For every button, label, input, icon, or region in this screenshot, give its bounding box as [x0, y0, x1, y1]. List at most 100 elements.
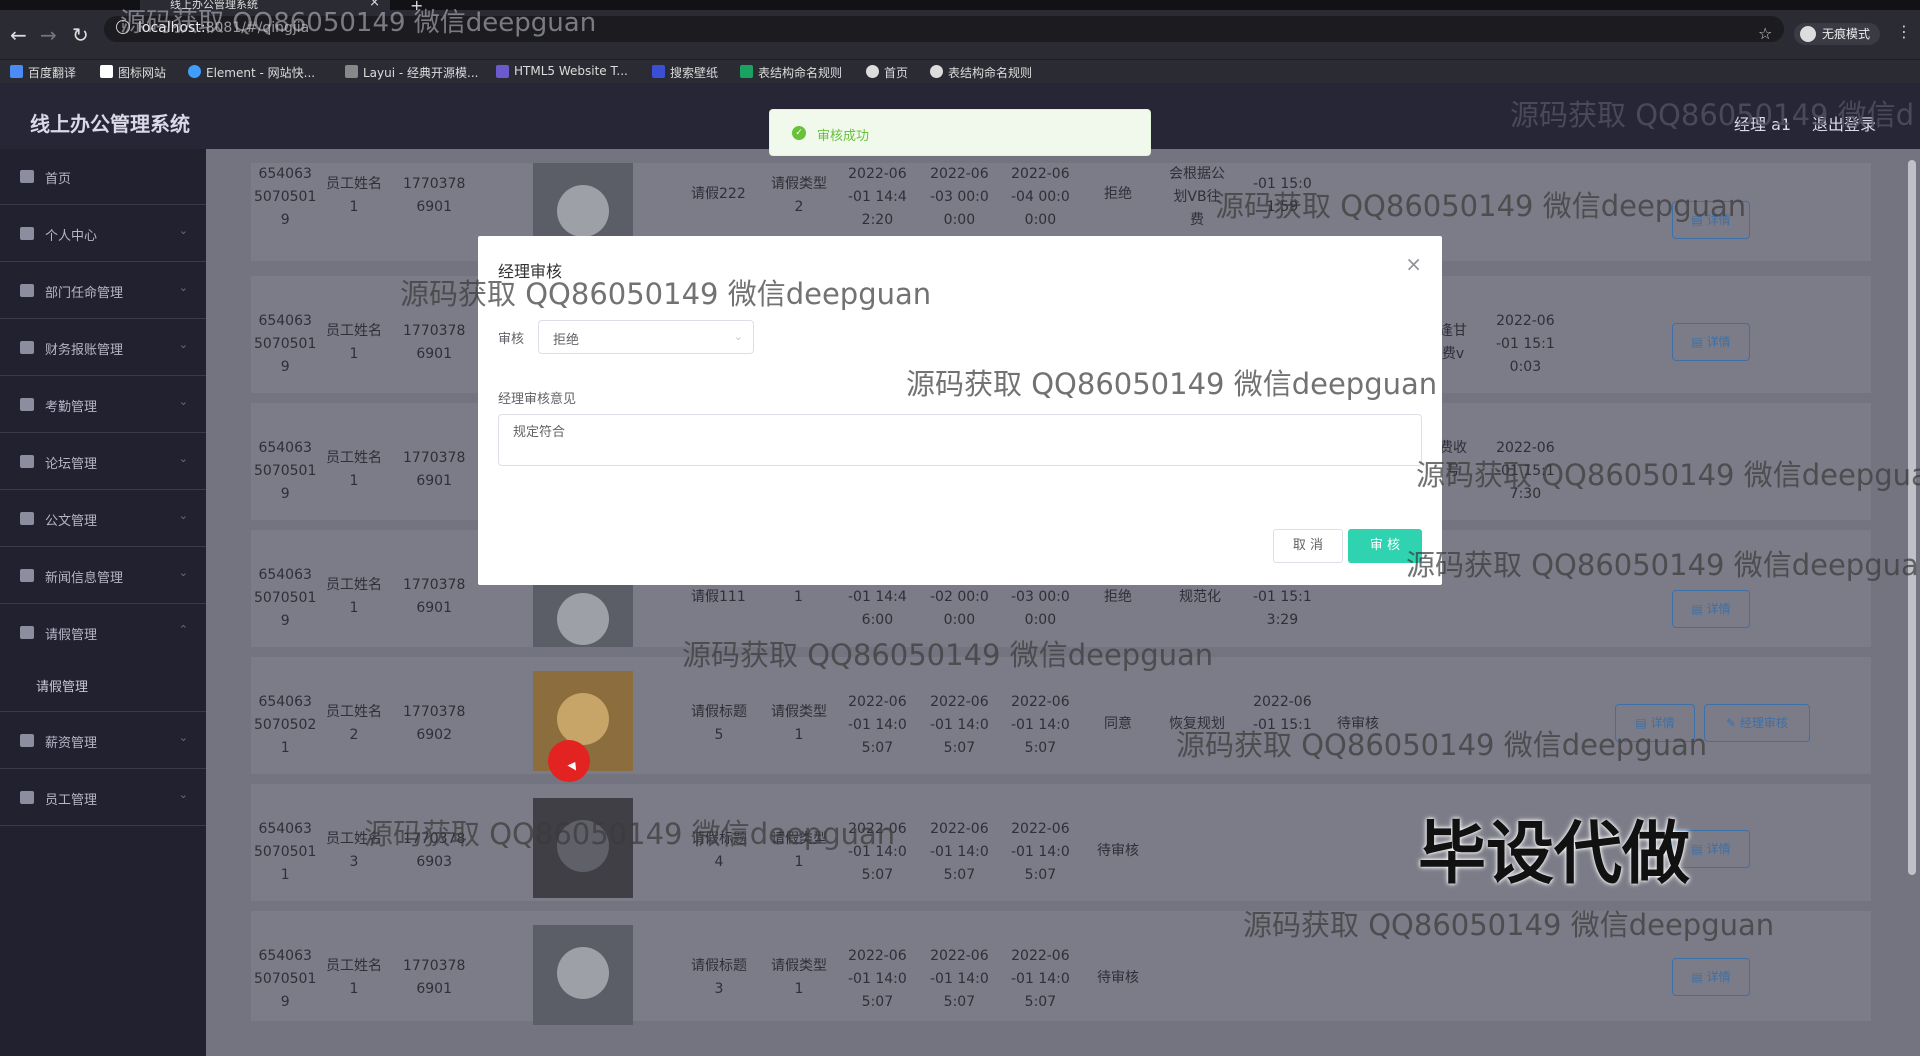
watermark-text: 源码获取 QQ86050149 微信deepguan — [682, 638, 1214, 672]
cell-title: 请假222 — [691, 186, 746, 202]
cell-name: 员工姓名 1 — [326, 176, 382, 215]
detail-button[interactable]: ▤ 详情 — [1672, 590, 1750, 628]
browser-menu-icon[interactable]: ⋮ — [1896, 22, 1912, 41]
sidebar-item-salary[interactable]: 薪资管理 ⌄ — [0, 713, 206, 769]
bookmark-item[interactable]: Layui - 经典开源模... — [345, 64, 478, 81]
scrollbar[interactable] — [1908, 160, 1916, 875]
chevron-down-icon: ⌄ — [178, 281, 188, 294]
bookmark-item[interactable]: 图标网站 — [100, 64, 166, 81]
cell-date: -02 00:0 0:00 — [930, 589, 989, 628]
attendance-icon — [20, 398, 34, 411]
bookmark-item[interactable]: 百度翻译 — [10, 64, 76, 81]
cell-date: 2022-06 -01 14:0 5:07 — [1011, 821, 1070, 883]
bookmark-item[interactable]: 首页 — [866, 64, 908, 81]
bookmark-item[interactable]: 表结构命名规则 — [740, 64, 842, 81]
cell-date: 2022-06 -01 14:0 5:07 — [930, 694, 989, 756]
cell-id: 654063 5070501 9 — [254, 948, 317, 1010]
chevron-up-icon: ⌃ — [178, 623, 188, 636]
audit-select-value: 拒绝 — [553, 333, 580, 348]
watermark-text: 源码获取 QQ86050149 微信deepguan — [906, 367, 1438, 401]
forward-icon[interactable]: → — [40, 24, 57, 46]
watermark-banner: 毕设代做 — [1418, 815, 1691, 894]
cell-phone: 1770378 6901 — [403, 323, 466, 362]
watermark-text: 源码获取 QQ86050149 微信d — [1510, 98, 1915, 132]
chevron-down-icon: ⌄ — [178, 452, 188, 465]
chevron-down-icon: ⌄ — [178, 395, 188, 408]
cell-name: 员工姓名 1 — [326, 323, 382, 362]
home-icon — [20, 170, 34, 183]
cell-phone: 1770378 6901 — [403, 450, 466, 489]
department-icon — [20, 284, 34, 297]
bookmark-item[interactable]: HTML5 Website T... — [496, 64, 628, 78]
sidebar-item-documents[interactable]: 公文管理 ⌄ — [0, 491, 206, 547]
cell-status: 拒绝 — [1104, 589, 1132, 605]
cell-type: 请假类型 1 — [771, 958, 827, 997]
cell-status: 同意 — [1104, 716, 1132, 732]
close-icon[interactable]: × — [1405, 252, 1422, 276]
bookmark-star-icon[interactable]: ☆ — [1758, 24, 1772, 43]
success-toast: ✓ 审核成功 — [769, 109, 1151, 156]
finance-icon — [20, 341, 34, 354]
employee-icon — [20, 791, 34, 804]
cell-opinion: 规范化 — [1179, 589, 1221, 605]
opinion-label: 经理审核意见 — [498, 392, 577, 407]
incognito-badge[interactable]: 无痕模式 — [1794, 23, 1881, 45]
document-icon — [20, 512, 34, 525]
check-circle-icon: ✓ — [792, 126, 806, 140]
sidebar-item-department[interactable]: 部门任命管理 ⌄ — [0, 263, 206, 319]
cell-type: 1 — [794, 589, 803, 605]
manager-audit-button[interactable]: ✎ 经理审核 — [1704, 704, 1810, 742]
cell-id: 654063 5070501 1 — [254, 821, 317, 883]
cell-date: 2022-06 -01 14:0 5:07 — [930, 948, 989, 1010]
cancel-button[interactable]: 取 消 — [1273, 529, 1343, 563]
detail-button[interactable]: ▤ 详情 — [1672, 323, 1750, 361]
bookmark-item[interactable]: Element - 网站快... — [188, 64, 315, 81]
bookmarks-bar: 百度翻译 图标网站 Element - 网站快... Layui - 经典开源模… — [0, 59, 1920, 83]
app-title: 线上办公管理系统 — [30, 112, 190, 136]
audit-select[interactable]: 拒绝 ⌄ — [538, 320, 754, 354]
submenu-leave-management[interactable]: 请假管理 — [36, 676, 88, 695]
cell-id: 654063 5070501 9 — [254, 567, 317, 629]
watermark-text: 源码获取 QQ86050149 微信deepgua — [1406, 548, 1919, 582]
cell-phone: 1770378 6901 — [403, 176, 466, 215]
sidebar-item-employees[interactable]: 员工管理 ⌄ — [0, 770, 206, 826]
employee-photo — [533, 925, 633, 1025]
detail-button[interactable]: ▤ 详情 — [1672, 958, 1750, 996]
forum-icon — [20, 455, 34, 468]
sidebar-item-leave[interactable]: 请假管理 ⌃ — [0, 605, 206, 712]
chevron-down-icon: ⌄ — [178, 788, 188, 801]
sidebar-item-finance[interactable]: 财务报账管理 ⌄ — [0, 320, 206, 376]
bookmark-item[interactable]: 搜索壁纸 — [652, 64, 718, 81]
cell-id: 654063 5070501 9 — [254, 313, 317, 375]
opinion-textarea[interactable]: 规定符合 — [498, 414, 1422, 466]
reload-icon[interactable]: ↻ — [72, 24, 89, 46]
cell-date: 2022-06 -01 14:0 5:07 — [1011, 948, 1070, 1010]
back-icon[interactable]: ← — [10, 24, 27, 46]
sidebar-item-profile[interactable]: 个人中心 ⌄ — [0, 206, 206, 262]
chevron-down-icon: ⌄ — [178, 509, 188, 522]
cell-status: 拒绝 — [1104, 186, 1132, 202]
cell-time: 2022-06 -01 15:1 0:03 — [1496, 313, 1555, 375]
cell-name: 员工姓名 1 — [326, 450, 382, 489]
opinion-value: 规定符合 — [513, 425, 566, 440]
cell-date: 2022-06 -01 14:0 5:07 — [1011, 694, 1070, 756]
chevron-down-icon: ⌄ — [178, 731, 188, 744]
cell-phone: 1770378 6901 — [403, 958, 466, 997]
leave-icon — [20, 626, 34, 639]
cell-title: 请假111 — [691, 589, 746, 605]
cell-type: 请假类型 2 — [771, 176, 827, 215]
sidebar-item-attendance[interactable]: 考勤管理 ⌄ — [0, 377, 206, 433]
sidebar-item-home[interactable]: 首页 — [0, 149, 206, 205]
sidebar-item-forum[interactable]: 论坛管理 ⌄ — [0, 434, 206, 490]
watermark-text: 源码获取 QQ86050149 微信deepguan — [120, 8, 597, 38]
cell-date: 2022-06 -01 14:0 5:07 — [930, 821, 989, 883]
watermark-text: 源码获取 QQ86050149 微信deepguan — [1215, 189, 1747, 223]
chevron-down-icon: ⌄ — [178, 566, 188, 579]
cell-opinion: 逢甘 费v — [1439, 323, 1467, 362]
bookmark-item[interactable]: 表结构命名规则 — [930, 64, 1032, 81]
chevron-down-icon: ⌄ — [178, 224, 188, 237]
watermark-text: 源码获取 QQ86050149 微信deepguan — [400, 277, 932, 311]
employee-photo — [533, 585, 633, 647]
sidebar-item-news[interactable]: 新闻信息管理 ⌄ — [0, 548, 206, 604]
cell-name: 员工姓名 2 — [326, 704, 382, 743]
